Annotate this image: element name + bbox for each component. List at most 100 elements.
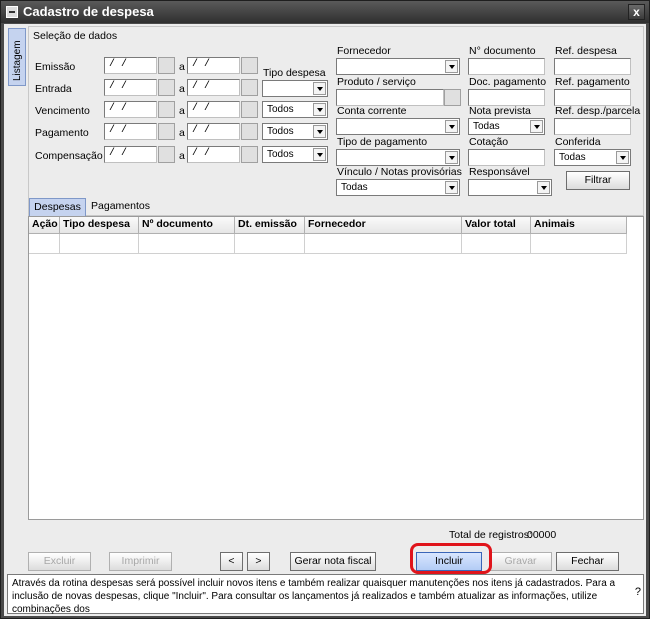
conta-corrente-select[interactable] — [336, 118, 460, 135]
window-title: Cadastro de despesa — [23, 4, 154, 19]
ref-pagamento-input[interactable] — [554, 89, 631, 106]
ref-despesa-input[interactable] — [554, 58, 631, 75]
chevron-down-icon — [313, 148, 326, 161]
calendar-icon[interactable] — [158, 79, 175, 96]
compensacao-from-input[interactable]: / / — [104, 146, 157, 163]
expenses-table: Ação Tipo despesa Nº documento Dt. emiss… — [28, 216, 644, 520]
pagamento-to-input[interactable]: / / — [187, 123, 240, 140]
compensacao-to-input[interactable]: / / — [187, 146, 240, 163]
produto-servico-label: Produto / serviço — [337, 76, 416, 88]
emissao-label: Emissão — [35, 61, 76, 73]
vencimento-to-input[interactable]: / / — [187, 101, 240, 118]
nota-prevista-select[interactable]: Todas — [468, 118, 545, 135]
chevron-down-icon — [616, 151, 629, 164]
calendar-icon[interactable] — [158, 57, 175, 74]
help-icon[interactable]: ? — [635, 586, 641, 598]
range-separator: a — [179, 83, 185, 95]
range-separator: a — [179, 150, 185, 162]
produto-servico-input[interactable] — [336, 89, 444, 106]
excluir-button[interactable]: Excluir — [28, 552, 91, 571]
column-header-n-documento[interactable]: Nº documento — [139, 217, 235, 234]
close-button[interactable]: x — [628, 4, 645, 20]
compensacao-select-value: Todos — [267, 149, 294, 160]
calendar-icon[interactable] — [241, 101, 258, 118]
ref-parcela-input[interactable] — [554, 118, 631, 135]
tipo-pagamento-label: Tipo de pagamento — [337, 136, 428, 148]
calendar-icon[interactable] — [241, 57, 258, 74]
table-cell[interactable] — [29, 234, 60, 254]
previous-button[interactable]: < — [220, 552, 243, 571]
table-cell[interactable] — [462, 234, 531, 254]
calendar-icon[interactable] — [158, 146, 175, 163]
fornecedor-select[interactable] — [336, 58, 460, 75]
calendar-icon[interactable] — [158, 123, 175, 140]
chevron-down-icon — [313, 82, 326, 95]
vencimento-select[interactable]: Todos — [262, 101, 328, 118]
emissao-to-input[interactable]: / / — [187, 57, 240, 74]
cotacao-input[interactable] — [468, 149, 545, 166]
column-header-acao[interactable]: Ação — [29, 217, 60, 234]
chevron-down-icon — [313, 125, 326, 138]
calendar-icon[interactable] — [241, 123, 258, 140]
pagamento-select-value: Todos — [267, 126, 294, 137]
calendar-icon[interactable] — [241, 146, 258, 163]
conferida-value: Todas — [559, 152, 586, 163]
chevron-down-icon — [313, 103, 326, 116]
compensacao-select[interactable]: Todos — [262, 146, 328, 163]
tab-despesas[interactable]: Despesas — [29, 198, 86, 216]
tipo-pagamento-select[interactable] — [336, 149, 460, 166]
tipo-despesa-label: Tipo despesa — [263, 67, 326, 79]
entrada-to-input[interactable]: / / — [187, 79, 240, 96]
filter-button[interactable]: Filtrar — [566, 171, 630, 190]
vinculo-select[interactable]: Todas — [336, 179, 460, 196]
tipo-despesa-select[interactable] — [262, 80, 328, 97]
conferida-select[interactable]: Todas — [554, 149, 631, 166]
table-cell[interactable] — [139, 234, 235, 254]
imprimir-button[interactable]: Imprimir — [109, 552, 172, 571]
vinculo-label: Vínculo / Notas provisórias — [337, 166, 462, 178]
pagamento-from-input[interactable]: / / — [104, 123, 157, 140]
range-separator: a — [179, 61, 185, 73]
ref-pagamento-label: Ref. pagamento — [555, 76, 630, 88]
lookup-icon[interactable] — [444, 89, 461, 106]
gerar-nota-fiscal-button[interactable]: Gerar nota fiscal — [290, 552, 376, 571]
column-header-fornecedor[interactable]: Fornecedor — [305, 217, 462, 234]
table-cell[interactable] — [60, 234, 139, 254]
totals-bar: Total de registros: 00000 — [28, 521, 644, 543]
next-button[interactable]: > — [247, 552, 270, 571]
fornecedor-label: Fornecedor — [337, 45, 391, 57]
range-separator: a — [179, 105, 185, 117]
ref-despesa-label: Ref. despesa — [555, 45, 617, 57]
nota-prevista-label: Nota prevista — [469, 105, 531, 117]
doc-pagamento-input[interactable] — [468, 89, 545, 106]
tab-pagamentos[interactable]: Pagamentos — [88, 198, 153, 216]
filter-section-title: Seleção de dados — [33, 30, 118, 42]
column-header-animais[interactable]: Animais — [531, 217, 627, 234]
vencimento-from-input[interactable]: / / — [104, 101, 157, 118]
pagamento-select[interactable]: Todos — [262, 123, 328, 140]
pagamento-label: Pagamento — [35, 127, 89, 139]
emissao-from-input[interactable]: / / — [104, 57, 157, 74]
tab-listagem[interactable]: Listagem — [8, 28, 26, 86]
table-cell[interactable] — [305, 234, 462, 254]
table-cell[interactable] — [531, 234, 627, 254]
column-header-valor-total[interactable]: Valor total — [462, 217, 531, 234]
column-header-dt-emissao[interactable]: Dt. emissão — [235, 217, 305, 234]
column-header-tipo-despesa[interactable]: Tipo despesa — [60, 217, 139, 234]
window-menu-icon[interactable] — [6, 6, 18, 18]
n-documento-label: N° documento — [469, 45, 536, 57]
chevron-down-icon — [537, 181, 550, 194]
gravar-button[interactable]: Gravar — [489, 552, 552, 571]
doc-pagamento-label: Doc. pagamento — [469, 76, 547, 88]
responsavel-select[interactable] — [468, 179, 552, 196]
chevron-down-icon — [445, 181, 458, 194]
filter-panel: Seleção de dados Emissão / / a / / Entra… — [28, 26, 644, 216]
total-records-label: Total de registros: — [449, 529, 532, 541]
calendar-icon[interactable] — [158, 101, 175, 118]
table-cell[interactable] — [235, 234, 305, 254]
tab-listagem-label: Listagem — [12, 40, 23, 81]
calendar-icon[interactable] — [241, 79, 258, 96]
n-documento-input[interactable] — [468, 58, 545, 75]
fechar-button[interactable]: Fechar — [556, 552, 619, 571]
entrada-from-input[interactable]: / / — [104, 79, 157, 96]
